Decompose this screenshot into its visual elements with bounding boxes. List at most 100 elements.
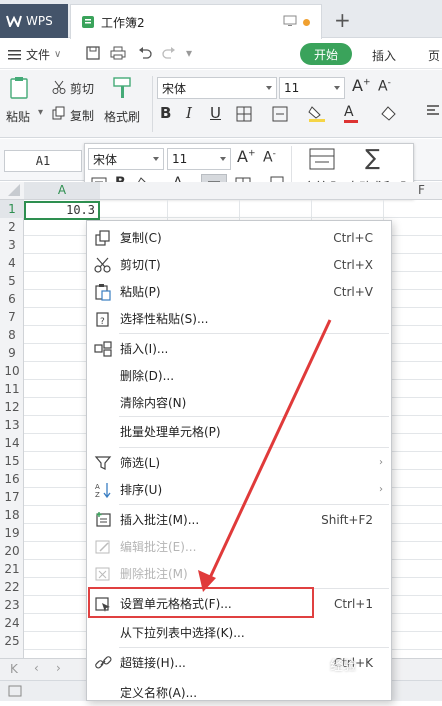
select-all-corner-icon[interactable]	[8, 184, 20, 196]
row-header-18[interactable]: 18	[0, 506, 24, 524]
context-menu-item[interactable]: 复制(C) Ctrl+C	[87, 224, 391, 251]
row-header-4[interactable]: 4	[0, 254, 24, 272]
svg-text:?: ?	[100, 317, 105, 327]
context-menu-item[interactable]: 批量处理单元格(P)	[87, 418, 391, 445]
context-menu-item[interactable]: 插入批注(M)... Shift+F2	[87, 506, 391, 533]
context-menu-item-label: 剪切(T)	[120, 258, 161, 272]
row-header-5[interactable]: 5	[0, 272, 24, 290]
font-size-value: 11	[284, 81, 300, 95]
new-tab-button[interactable]: +	[334, 10, 351, 30]
row-header-24[interactable]: 24	[0, 614, 24, 632]
row-header-7[interactable]: 7	[0, 308, 24, 326]
monitor-icon[interactable]	[283, 15, 297, 27]
row-header-23[interactable]: 23	[0, 596, 24, 614]
underline-icon[interactable]: U	[210, 104, 221, 122]
row-header-19[interactable]: 19	[0, 524, 24, 542]
paste-button[interactable]: 粘贴	[6, 108, 30, 125]
mini-font-name-combo[interactable]: 宋体	[88, 148, 164, 170]
row-header-16[interactable]: 16	[0, 470, 24, 488]
clear-format-icon[interactable]	[380, 106, 398, 122]
status-icon[interactable]	[8, 685, 22, 697]
mini-font-size-combo[interactable]: 11	[167, 148, 231, 170]
hyperlink-icon	[94, 654, 112, 672]
font-name-combo[interactable]: 宋体	[157, 77, 277, 99]
context-menu-item-label: 排序(U)	[120, 483, 163, 497]
align-icon[interactable]	[426, 104, 440, 118]
column-header-f[interactable]: F	[418, 182, 425, 199]
paste-dropdown-icon[interactable]: ▾	[38, 107, 43, 118]
context-menu-item[interactable]: 清除内容(N)	[87, 389, 391, 416]
mini-increase-font-icon[interactable]: A+	[237, 147, 256, 166]
file-menu[interactable]: 文件 ∨	[8, 46, 61, 63]
context-menu-item[interactable]: 插入(I)...	[87, 335, 391, 362]
context-menu-item-label: 删除批注(M)	[120, 567, 188, 581]
edit-comment-icon	[94, 538, 112, 556]
decrease-font-icon[interactable]: A-	[378, 78, 391, 95]
row-header-17[interactable]: 17	[0, 488, 24, 506]
context-menu-item[interactable]: 剪切(T) Ctrl+X	[87, 251, 391, 278]
row-header-25[interactable]: 25	[0, 632, 24, 650]
context-menu-item[interactable]: 筛选(L) ›	[87, 449, 391, 476]
context-menu-item[interactable]: 删除(D)...	[87, 362, 391, 389]
context-menu-item[interactable]: ? 选择性粘贴(S)...	[87, 305, 391, 332]
hamburger-icon	[8, 49, 22, 61]
ribbon-divider	[152, 76, 153, 132]
sigma-icon: ∑	[365, 146, 380, 171]
tab-start[interactable]: 开始	[300, 43, 352, 65]
mini-font-size-value: 11	[172, 152, 188, 166]
tab-insert[interactable]: 插入	[372, 47, 396, 64]
row-header-1[interactable]: 1	[0, 200, 24, 218]
bold-icon[interactable]: B	[160, 104, 171, 122]
chevron-down-icon: ∨	[54, 49, 62, 60]
row-header-13[interactable]: 13	[0, 416, 24, 434]
context-menu-item[interactable]: 粘贴(P) Ctrl+V	[87, 278, 391, 305]
row-header-3[interactable]: 3	[0, 236, 24, 254]
row-header-6[interactable]: 6	[0, 290, 24, 308]
merge-icon[interactable]	[272, 106, 288, 122]
copy-icon	[94, 229, 112, 247]
font-color-icon[interactable]: A	[344, 104, 358, 123]
first-sheet-icon[interactable]: K	[10, 662, 18, 676]
row-header-14[interactable]: 14	[0, 434, 24, 452]
column-header-a[interactable]: A	[24, 182, 100, 199]
format-painter-button[interactable]: 格式刷	[104, 108, 140, 125]
context-menu-item[interactable]: A Z 排序(U) ›	[87, 476, 391, 503]
font-size-combo[interactable]: 11	[279, 77, 345, 99]
row-header-20[interactable]: 20	[0, 542, 24, 560]
cell-a1[interactable]: 10.3	[24, 201, 100, 220]
undo-icon[interactable]	[138, 46, 152, 60]
context-menu-item[interactable]: 定义名称(A)...	[87, 679, 391, 706]
row-header-9[interactable]: 9	[0, 344, 24, 362]
increase-font-icon[interactable]: A+	[352, 76, 371, 95]
borders-icon[interactable]	[236, 106, 252, 122]
prev-sheet-icon[interactable]: ‹	[34, 661, 39, 675]
next-sheet-icon[interactable]: ›	[56, 661, 61, 675]
context-menu-item-label: 复制(C)	[120, 231, 162, 245]
context-menu-item[interactable]: 从下拉列表中选择(K)...	[87, 619, 391, 646]
fill-color-icon[interactable]	[308, 104, 326, 122]
delete-comment-icon	[94, 565, 112, 583]
tab-page-layout[interactable]: 页	[428, 47, 440, 64]
row-header-12[interactable]: 12	[0, 398, 24, 416]
row-header-21[interactable]: 21	[0, 560, 24, 578]
italic-icon[interactable]: I	[186, 104, 192, 122]
copy-button[interactable]: 复制	[70, 107, 94, 124]
row-header-10[interactable]: 10	[0, 362, 24, 380]
paste-icon[interactable]	[8, 76, 32, 100]
mini-decrease-font-icon[interactable]: A-	[263, 149, 276, 166]
document-tab[interactable]: 工作簿2	[70, 4, 322, 39]
quick-access-dropdown-icon[interactable]: ▾	[186, 46, 192, 60]
redo-icon[interactable]	[162, 46, 176, 60]
sort-icon: AZ	[94, 481, 112, 499]
cut-button[interactable]: 剪切	[70, 80, 94, 97]
name-box[interactable]: A1	[4, 150, 82, 172]
row-header-8[interactable]: 8	[0, 326, 24, 344]
row-header-22[interactable]: 22	[0, 578, 24, 596]
row-header-11[interactable]: 11	[0, 380, 24, 398]
save-icon[interactable]	[86, 46, 100, 60]
context-menu-shortcut: Ctrl+V	[333, 284, 373, 299]
row-header-2[interactable]: 2	[0, 218, 24, 236]
wps-home-tab[interactable]: WPS	[0, 4, 68, 38]
row-header-15[interactable]: 15	[0, 452, 24, 470]
print-icon[interactable]	[110, 46, 126, 60]
